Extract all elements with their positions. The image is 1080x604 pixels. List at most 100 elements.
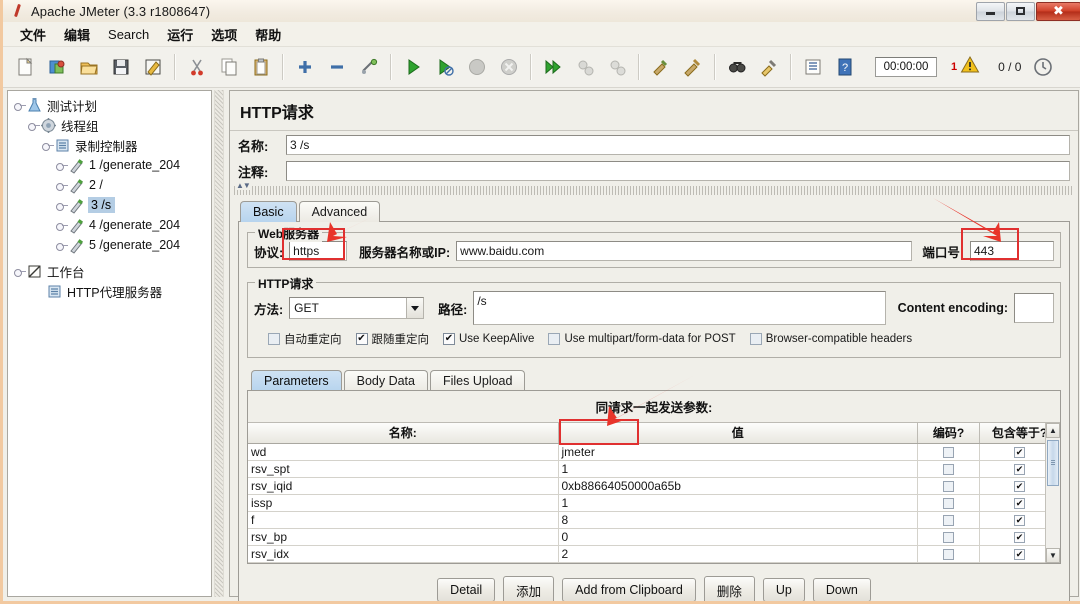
remote-stop-all-icon[interactable]: [570, 52, 600, 82]
add-from-clipboard-button[interactable]: Add from Clipboard: [562, 578, 696, 601]
cell-param-name[interactable]: wd: [248, 443, 559, 461]
expander-icon[interactable]: [14, 265, 26, 277]
cell-param-name[interactable]: rsv_bp: [248, 528, 559, 546]
include-equals-checkbox[interactable]: ✔: [1014, 548, 1025, 560]
help-icon[interactable]: ?: [830, 52, 860, 82]
remote-shutdown-all-icon[interactable]: [602, 52, 632, 82]
checkbox-browser-compatible-headers[interactable]: Browser-compatible headers: [749, 333, 912, 345]
tree-node-sampler-4[interactable]: 4 /generate_204: [14, 215, 211, 235]
tree-node-sampler-5[interactable]: 5 /generate_204: [14, 235, 211, 255]
split-pane-divider[interactable]: [214, 90, 224, 597]
table-vertical-scrollbar[interactable]: ▲ ▼: [1045, 423, 1060, 563]
encode-checkbox[interactable]: [943, 548, 954, 560]
maximize-button[interactable]: [1006, 1, 1035, 21]
tab-advanced[interactable]: Advanced: [298, 201, 381, 222]
collapse-toggle-bar[interactable]: [234, 181, 1074, 195]
expander-icon[interactable]: [56, 239, 68, 251]
include-equals-checkbox[interactable]: ✔: [1014, 514, 1025, 526]
port-input[interactable]: 443: [970, 241, 1054, 261]
table-row[interactable]: rsv_bp 0 ✔: [248, 528, 1060, 546]
menu-run[interactable]: 运行: [158, 23, 202, 46]
test-plan-tree[interactable]: 测试计划 线程组 录制控制器 1 /generate_204 2 / 3 /s …: [7, 90, 212, 597]
shutdown-icon[interactable]: [494, 52, 524, 82]
minimize-button[interactable]: [976, 1, 1005, 21]
cell-param-name[interactable]: rsv_iqid: [248, 477, 559, 495]
chevron-down-icon[interactable]: [406, 298, 424, 318]
table-row[interactable]: rsv_idx 2 ✔: [248, 545, 1060, 563]
expand-all-icon[interactable]: [290, 52, 320, 82]
path-input[interactable]: /s: [473, 291, 886, 325]
clear-icon[interactable]: [646, 52, 676, 82]
expander-icon[interactable]: [28, 119, 40, 131]
checkbox-follow-redirect[interactable]: ✔ 跟随重定向: [355, 331, 429, 347]
expander-icon[interactable]: [14, 99, 26, 111]
col-name[interactable]: 名称:: [248, 423, 559, 444]
checkbox-box[interactable]: ✔: [355, 333, 368, 345]
cell-encode[interactable]: [917, 545, 980, 563]
table-row[interactable]: issp 1 ✔: [248, 494, 1060, 512]
menu-options[interactable]: 选项: [202, 23, 246, 46]
cell-param-value[interactable]: 1: [558, 460, 918, 478]
tree-node-sampler-3-selected[interactable]: 3 /s: [14, 195, 211, 215]
encode-checkbox[interactable]: [943, 531, 954, 543]
cell-encode[interactable]: [917, 494, 980, 512]
add-button[interactable]: 添加: [503, 575, 555, 601]
scrollbar-thumb[interactable]: [1047, 440, 1059, 486]
open-icon[interactable]: [74, 52, 104, 82]
start-icon[interactable]: [398, 52, 428, 82]
include-equals-checkbox[interactable]: ✔: [1014, 463, 1025, 475]
checkbox-use-keepalive[interactable]: ✔ Use KeepAlive: [443, 333, 534, 345]
detail-button[interactable]: Detail: [437, 578, 496, 601]
stop-icon[interactable]: [462, 52, 492, 82]
save-as-icon[interactable]: [138, 52, 168, 82]
encode-checkbox[interactable]: [943, 446, 954, 458]
cell-param-value[interactable]: 0: [558, 528, 918, 546]
tree-node-workbench[interactable]: 工作台: [14, 261, 211, 281]
paste-icon[interactable]: [246, 52, 276, 82]
content-encoding-input[interactable]: [1014, 293, 1054, 323]
toggle-icon[interactable]: [354, 52, 384, 82]
cell-param-value[interactable]: 8: [558, 511, 918, 529]
tree-node-thread-group[interactable]: 线程组: [14, 115, 211, 135]
cell-param-name[interactable]: issp: [248, 494, 559, 512]
encode-checkbox[interactable]: [943, 463, 954, 475]
remote-start-all-icon[interactable]: [538, 52, 568, 82]
menu-help[interactable]: 帮助: [246, 23, 290, 46]
cell-encode[interactable]: [917, 511, 980, 529]
tab-body-data[interactable]: Body Data: [343, 370, 428, 391]
tree-node-http-proxy-server[interactable]: HTTP代理服务器: [14, 281, 211, 301]
cell-encode[interactable]: [917, 528, 980, 546]
tab-parameters[interactable]: Parameters: [251, 370, 342, 391]
checkbox-use-multipart[interactable]: Use multipart/form-data for POST: [548, 333, 736, 345]
collapse-all-icon[interactable]: [322, 52, 352, 82]
name-input[interactable]: 3 /s: [286, 135, 1070, 155]
tree-node-recording-controller[interactable]: 录制控制器: [14, 135, 211, 155]
cell-param-value[interactable]: 2: [558, 545, 918, 563]
checkbox-box[interactable]: [548, 333, 561, 345]
tree-node-sampler-2[interactable]: 2 /: [14, 175, 211, 195]
cell-param-value[interactable]: 0xb88664050000a65b: [558, 477, 918, 495]
include-equals-checkbox[interactable]: ✔: [1014, 480, 1025, 492]
close-button[interactable]: ✖: [1036, 1, 1080, 21]
menu-search[interactable]: Search: [99, 25, 158, 44]
col-value[interactable]: 值: [558, 423, 918, 444]
table-row[interactable]: rsv_spt 1 ✔: [248, 460, 1060, 478]
up-button[interactable]: Up: [762, 578, 805, 601]
include-equals-checkbox[interactable]: ✔: [1014, 446, 1025, 458]
warning-triangle-icon[interactable]: [960, 55, 980, 79]
tree-node-test-plan[interactable]: 测试计划: [14, 95, 211, 115]
expander-icon[interactable]: [56, 159, 68, 171]
cell-param-name[interactable]: rsv_spt: [248, 460, 559, 478]
expander-icon[interactable]: [56, 179, 68, 191]
copy-icon[interactable]: [214, 52, 244, 82]
cell-param-name[interactable]: rsv_idx: [248, 545, 559, 563]
server-input[interactable]: www.baidu.com: [456, 241, 913, 261]
search-icon[interactable]: [722, 52, 752, 82]
col-encode[interactable]: 编码?: [917, 423, 980, 444]
clear-all-icon[interactable]: [678, 52, 708, 82]
table-row[interactable]: wd jmeter ✔: [248, 443, 1060, 461]
table-row[interactable]: rsv_iqid 0xb88664050000a65b ✔: [248, 477, 1060, 495]
tab-basic[interactable]: Basic: [240, 201, 297, 222]
cell-encode[interactable]: [917, 477, 980, 495]
cell-encode[interactable]: [917, 443, 980, 461]
